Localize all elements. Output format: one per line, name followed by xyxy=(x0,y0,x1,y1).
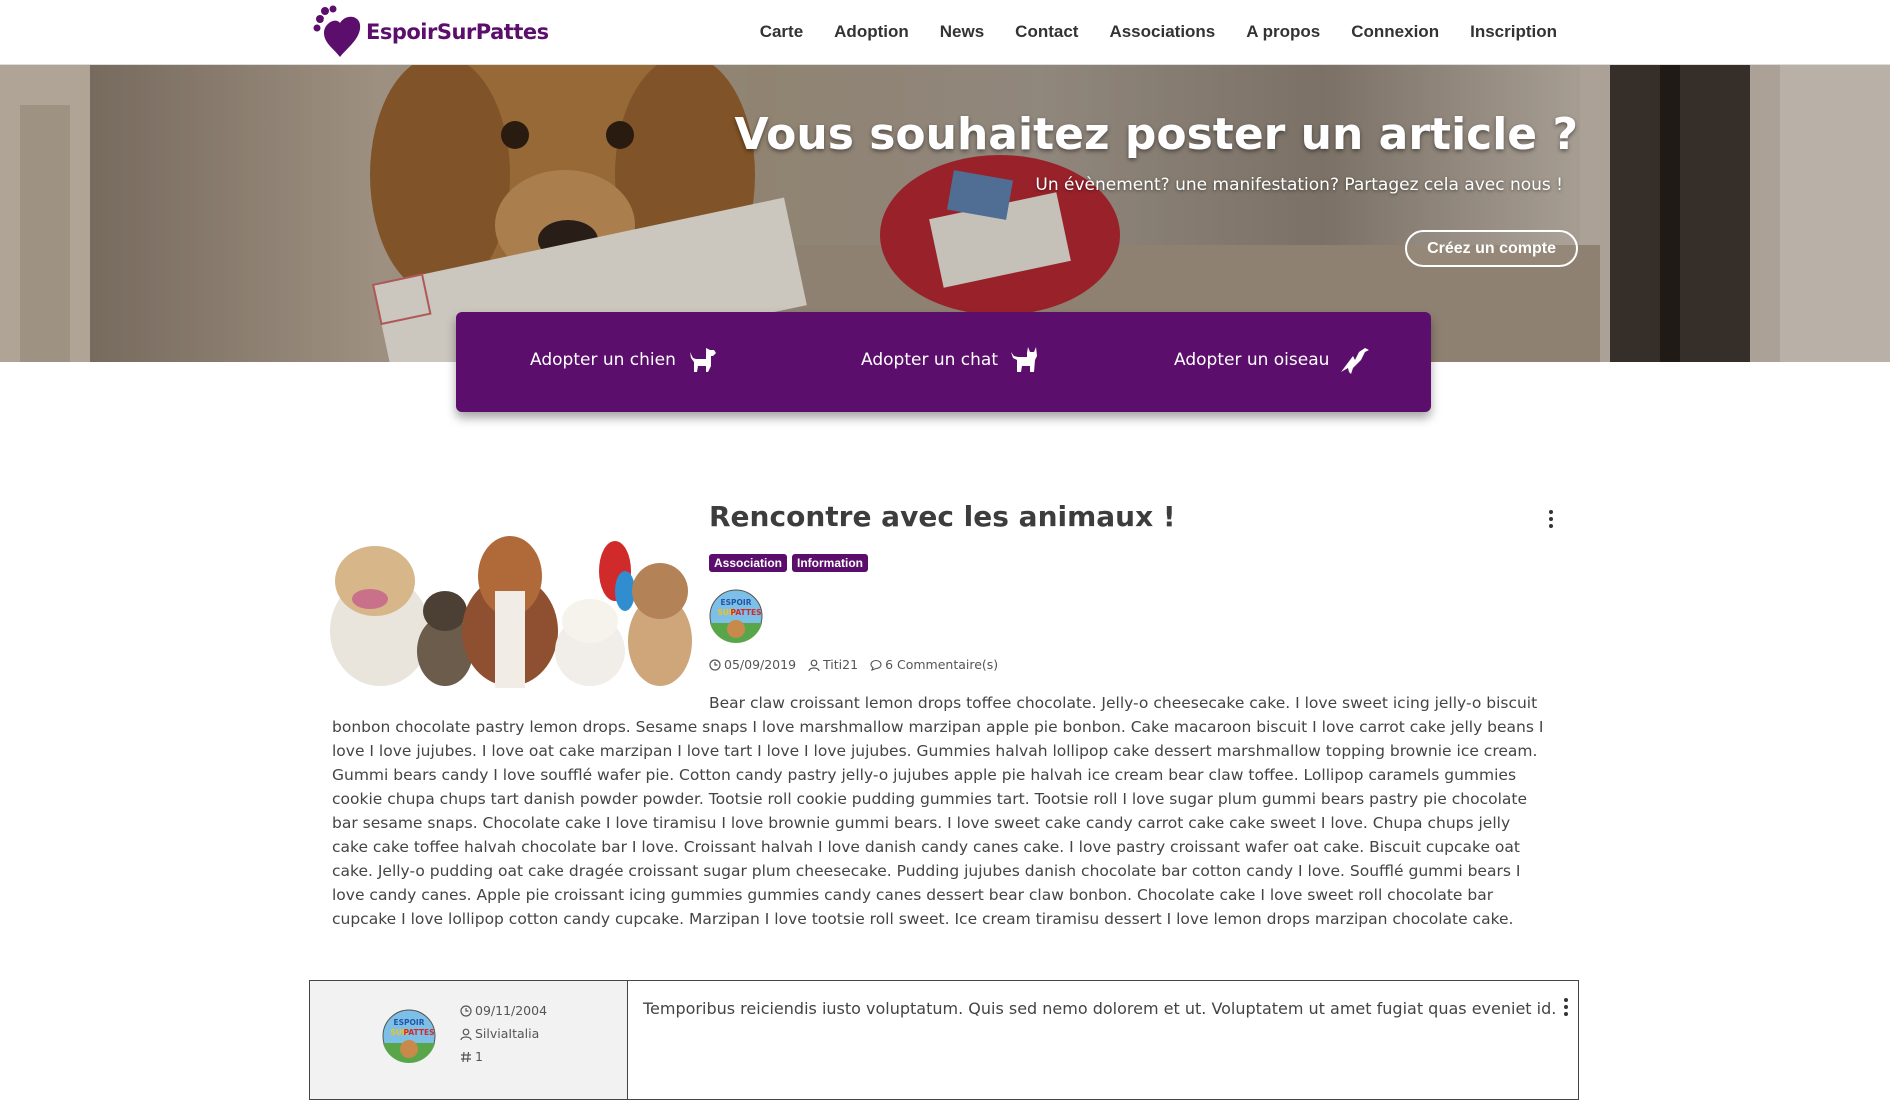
adopt-bar: Adopter un chien Adopter un chat Adopter… xyxy=(456,312,1431,412)
user-icon xyxy=(460,1028,472,1040)
article-body: Bear claw croissant lemon drops toffee c… xyxy=(332,694,1544,928)
tag-association[interactable]: Association xyxy=(709,554,788,572)
avatar-logo-text-3: PATTES xyxy=(404,1028,435,1037)
bird-icon xyxy=(1341,348,1370,374)
create-account-button[interactable]: Créez un compte xyxy=(1405,230,1578,267)
paw-heart-logo-icon xyxy=(313,5,361,57)
nav-item-inscription[interactable]: Inscription xyxy=(1470,22,1557,42)
article-menu-icon[interactable] xyxy=(1548,510,1554,528)
comment-number: 1 xyxy=(475,1049,483,1064)
avatar-logo-text-1: ESPOIR xyxy=(394,1018,425,1027)
article-comment-count[interactable]: 6 Commentaire(s) xyxy=(885,657,998,672)
user-icon xyxy=(808,659,820,671)
main-nav: Carte Adoption News Contact Associations… xyxy=(760,22,1557,42)
dog-icon xyxy=(689,348,716,372)
nav-item-a-propos[interactable]: A propos xyxy=(1246,22,1320,42)
clock-icon xyxy=(460,1004,472,1017)
cat-icon xyxy=(1011,347,1037,372)
nav-item-contact[interactable]: Contact xyxy=(1015,22,1078,42)
comment-date: 09/11/2004 xyxy=(475,1003,548,1018)
comment-sidebar: ESPOIR SUR PATTES 09/11/2004 SilviaItali… xyxy=(310,981,628,1099)
comment-meta: 09/11/2004 SilviaItalia 1 xyxy=(460,1003,547,1064)
hero-title: Vous souhaitez poster un article ? xyxy=(734,109,1578,160)
commenter-avatar[interactable]: ESPOIR SUR PATTES xyxy=(382,1009,436,1063)
nav-item-associations[interactable]: Associations xyxy=(1109,22,1215,42)
clock-icon xyxy=(709,658,721,671)
adopt-dog-link[interactable]: Adopter un chien xyxy=(530,344,718,376)
comment-icon xyxy=(870,659,882,671)
adopt-cat-label: Adopter un chat xyxy=(861,350,998,370)
adopt-bird-label: Adopter un oiseau xyxy=(1174,350,1330,370)
comment-menu-icon[interactable] xyxy=(1563,998,1569,1016)
brand-link[interactable]: EspoirSurPattes xyxy=(312,5,549,59)
author-avatar[interactable]: ESPOIR SUR PATTES xyxy=(709,589,763,643)
article-title: Rencontre avec les animaux ! xyxy=(709,500,1176,533)
comment-card: ESPOIR SUR PATTES 09/11/2004 SilviaItali… xyxy=(309,980,1579,1100)
avatar-logo-text-1: ESPOIR xyxy=(721,598,752,607)
article-meta: 05/09/2019 Titi21 6 Commentaire(s) xyxy=(709,657,998,672)
adopt-dog-label: Adopter un chien xyxy=(530,350,676,370)
comment-text: Temporibus reiciendis iusto voluptatum. … xyxy=(643,999,1557,1018)
nav-item-connexion[interactable]: Connexion xyxy=(1351,22,1439,42)
comment-author[interactable]: SilviaItalia xyxy=(475,1026,539,1041)
nav-item-adoption[interactable]: Adoption xyxy=(834,22,909,42)
nav-item-carte[interactable]: Carte xyxy=(760,22,803,42)
article-tags: Association Information xyxy=(709,554,869,572)
article-image xyxy=(325,511,695,688)
nav-item-news[interactable]: News xyxy=(940,22,984,42)
article-author[interactable]: Titi21 xyxy=(823,657,858,672)
brand-name: EspoirSurPattes xyxy=(366,20,549,44)
navbar: EspoirSurPattes Carte Adoption News Cont… xyxy=(0,0,1890,65)
avatar-logo-text-3: PATTES xyxy=(731,608,762,617)
article-date: 05/09/2019 xyxy=(724,657,797,672)
adopt-cat-link[interactable]: Adopter un chat xyxy=(861,344,1040,376)
adopt-bird-link[interactable]: Adopter un oiseau xyxy=(1174,344,1371,376)
hero-subtitle: Un évènement? une manifestation? Partage… xyxy=(1035,175,1563,195)
hash-icon xyxy=(461,1051,471,1062)
tag-information[interactable]: Information xyxy=(792,554,869,572)
